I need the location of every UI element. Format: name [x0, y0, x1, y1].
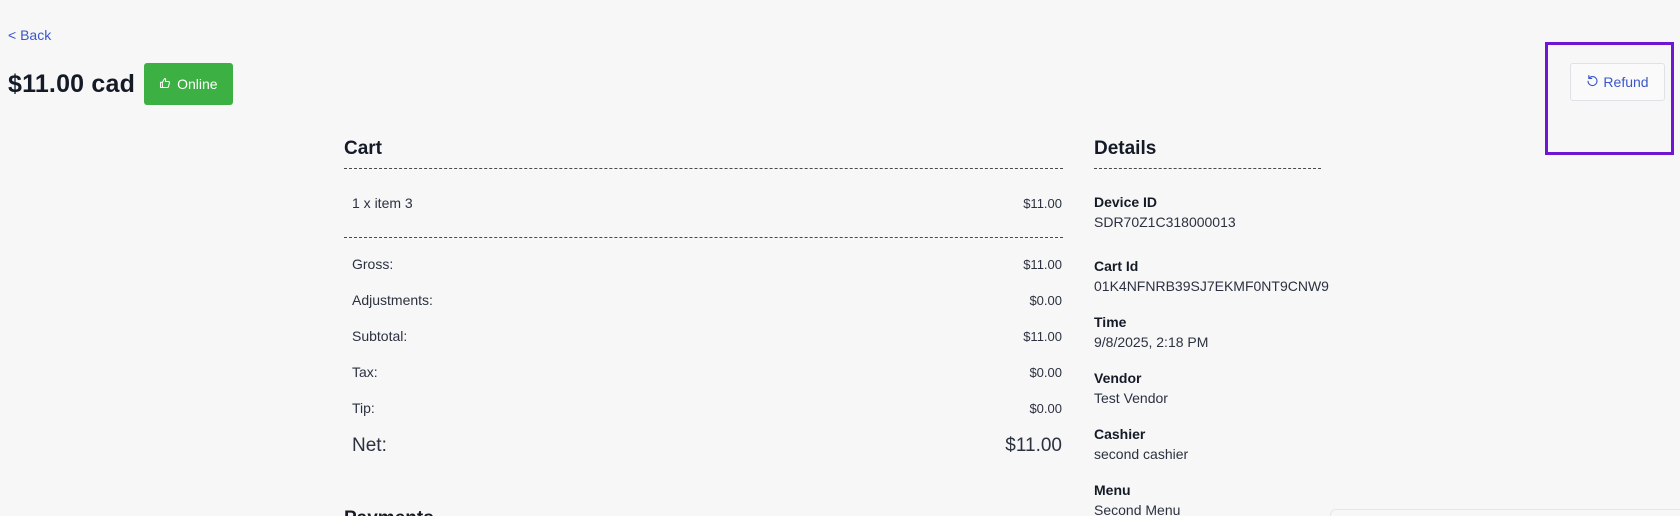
gross-row: Gross: $11.00 [352, 256, 1062, 272]
transaction-amount: $11.00 cad [8, 69, 136, 98]
refund-label: Refund [1603, 74, 1649, 90]
gross-value: $11.00 [1023, 257, 1062, 272]
cashier-label: Cashier [1094, 426, 1146, 442]
tax-row: Tax: $0.00 [352, 364, 1062, 380]
cart-divider-middle [344, 237, 1063, 238]
menu-value: Second Menu [1094, 502, 1181, 516]
tip-label: Tip: [352, 400, 375, 416]
menu-label: Menu [1094, 482, 1131, 498]
gross-label: Gross: [352, 256, 394, 272]
time-value: 9/8/2025, 2:18 PM [1094, 334, 1209, 350]
refund-button[interactable]: Refund [1570, 63, 1665, 101]
cart-id-detail: Cart Id 01K4NFNRB39SJ7EKMF0NT9CNW9 [1094, 256, 1334, 296]
status-label: Online [177, 76, 218, 92]
subtotal-value: $11.00 [1023, 329, 1062, 344]
cashier-value: second cashier [1094, 446, 1189, 462]
payments-title: Payments [344, 508, 434, 516]
thumbs-up-icon [159, 76, 171, 92]
online-status-button[interactable]: Online [144, 63, 233, 105]
cart-item-value: $11.00 [1023, 196, 1062, 211]
back-link[interactable]: < Back [8, 27, 51, 43]
vendor-value: Test Vendor [1094, 390, 1168, 406]
undo-icon [1586, 74, 1599, 90]
details-divider [1094, 168, 1321, 169]
cart-id-value: 01K4NFNRB39SJ7EKMF0NT9CNW9 [1094, 278, 1329, 294]
adjustments-label: Adjustments: [352, 292, 433, 308]
net-row: Net: $11.00 [352, 435, 1062, 457]
adjustments-row: Adjustments: $0.00 [352, 292, 1062, 308]
tax-label: Tax: [352, 364, 378, 380]
net-value: $11.00 [1005, 435, 1062, 456]
cart-item-label: 1 x item 3 [352, 195, 413, 211]
device-id-detail: Device ID SDR70Z1C318000013 [1094, 192, 1334, 232]
time-detail: Time 9/8/2025, 2:18 PM [1094, 312, 1334, 352]
cart-title: Cart [344, 138, 383, 159]
details-title: Details [1094, 138, 1157, 159]
device-id-label: Device ID [1094, 194, 1158, 210]
tip-value: $0.00 [1029, 401, 1062, 416]
cart-item-row: 1 x item 3 $11.00 [352, 195, 1062, 211]
cart-divider-top [344, 168, 1063, 169]
tax-value: $0.00 [1029, 365, 1062, 380]
transaction-page: < Back $11.00 cad Online Refund Cart 1 x… [0, 0, 1680, 516]
cashier-detail: Cashier second cashier [1094, 424, 1334, 464]
subtotal-row: Subtotal: $11.00 [352, 328, 1062, 344]
adjustments-value: $0.00 [1029, 293, 1062, 308]
vendor-detail: Vendor Test Vendor [1094, 368, 1334, 408]
transaction-header: $11.00 cad Online [8, 63, 233, 105]
time-label: Time [1094, 314, 1127, 330]
device-id-value: SDR70Z1C318000013 [1094, 214, 1236, 230]
tip-row: Tip: $0.00 [352, 400, 1062, 416]
menu-detail: Menu Second Menu [1094, 480, 1334, 516]
cart-id-label: Cart Id [1094, 258, 1139, 274]
vendor-label: Vendor [1094, 370, 1142, 386]
net-label: Net: [352, 435, 387, 456]
subtotal-label: Subtotal: [352, 328, 408, 344]
bottom-panel-edge [1330, 509, 1680, 516]
